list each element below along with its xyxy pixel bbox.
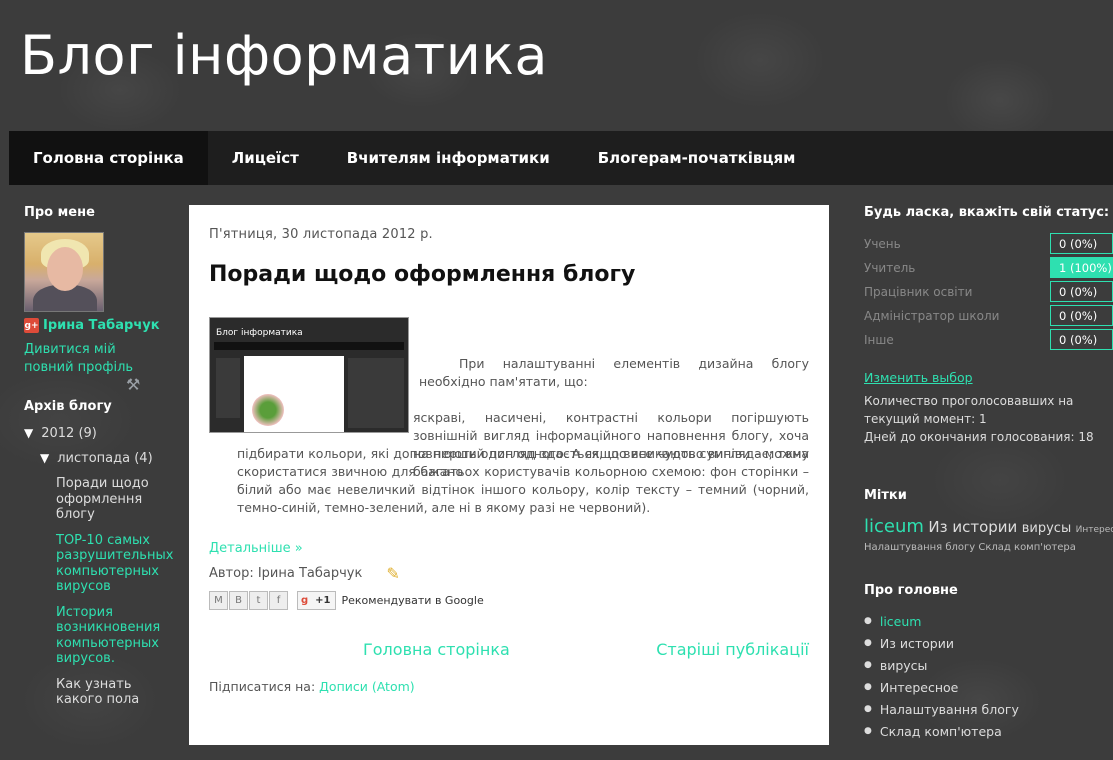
poll-voters: Количество проголосовавших на текущий мо… xyxy=(864,394,1074,426)
blog-title[interactable]: Блог інформатика xyxy=(20,24,548,87)
main-content: П'ятниця, 30 листопада 2012 р. Поради що… xyxy=(189,205,829,745)
tag-link[interactable]: Налаштування блогу xyxy=(864,542,975,553)
list-item[interactable]: liceum xyxy=(864,610,1113,632)
archive-month-label[interactable]: листопада xyxy=(57,451,130,466)
archive-year-label[interactable]: 2012 xyxy=(41,426,74,441)
edit-pencil-icon[interactable]: ✎ xyxy=(386,564,399,583)
post-paragraph: підбирати кольори, які доповнюють один о… xyxy=(237,446,809,515)
post-title[interactable]: Поради щодо оформлення блогу xyxy=(209,262,809,287)
archive-year-count: (9) xyxy=(78,426,97,441)
avatar[interactable] xyxy=(24,232,104,312)
full-profile-link[interactable]: Дивитися мій повний профіль xyxy=(24,341,154,377)
archive-post-link[interactable]: Как узнать какого пола xyxy=(56,677,156,708)
poll-option[interactable]: Працівник освіти 0 (0%) xyxy=(864,280,1113,304)
google-plus-one-button[interactable]: g +1 xyxy=(297,591,336,610)
right-sidebar: Будь ласка, вкажіть свій статус: Учень 0… xyxy=(864,205,1113,742)
labels-heading: Мітки xyxy=(864,488,907,503)
profile-name-link[interactable]: Ірина Табарчук xyxy=(43,318,160,333)
poll-result-bar: 0 (0%) xyxy=(1050,305,1113,326)
poll-option[interactable]: Учитель 1 (100%) xyxy=(864,256,1113,280)
home-page-link[interactable]: Головна сторінка xyxy=(363,640,510,659)
poll-option-label[interactable]: Інше xyxy=(864,333,1050,347)
post-body: Блог інформатика При налаштуванні елемен… xyxy=(209,317,809,537)
post-date: П'ятниця, 30 листопада 2012 р. xyxy=(209,227,433,242)
tag-cloud-row2: Налаштування блогу Склад комп'ютера xyxy=(864,542,1113,553)
poll-option[interactable]: Учень 0 (0%) xyxy=(864,232,1113,256)
tab-teachers[interactable]: Вчителям інформатики xyxy=(323,131,574,185)
archive-month-count: (4) xyxy=(134,451,153,466)
tag-link[interactable]: Склад комп'ютера xyxy=(978,542,1076,553)
poll-heading: Будь ласка, вкажіть свій статус: xyxy=(864,205,1110,220)
subscribe-atom-link[interactable]: Дописи (Atom) xyxy=(319,679,415,694)
subscribe-label: Підписатися на: xyxy=(209,679,316,694)
tools-icon[interactable]: ⚒ xyxy=(126,375,140,394)
twitter-share-icon[interactable]: t xyxy=(249,591,268,610)
share-row: M B t f g +1 Рекомендувати в Google xyxy=(209,591,809,610)
facebook-share-icon[interactable]: f xyxy=(269,591,288,610)
archive-year[interactable]: ▼ 2012 (9) xyxy=(24,426,174,441)
poll-days-left: Дней до окончания голосования: 18 xyxy=(864,430,1094,444)
read-more-link[interactable]: Детальніше » xyxy=(209,541,303,556)
tag-link[interactable]: вирусы xyxy=(1022,521,1071,536)
blogger-share-icon[interactable]: B xyxy=(229,591,248,610)
main-topics-heading: Про головне xyxy=(864,583,958,598)
poll-option-label[interactable]: Учень xyxy=(864,237,1050,251)
list-item[interactable]: вирусы xyxy=(864,654,1113,676)
post-paragraph: При налаштуванні елементів дизайна блогу… xyxy=(419,356,809,389)
tag-link[interactable]: Из истории xyxy=(928,518,1017,536)
left-sidebar: Про мене g+ Ірина Табарчук Дивитися мій … xyxy=(24,205,174,718)
google-plus-icon: g xyxy=(301,595,309,606)
tab-home[interactable]: Головна сторінка xyxy=(9,131,208,185)
google-plus-icon: g+ xyxy=(24,318,39,333)
triangle-down-icon[interactable]: ▼ xyxy=(40,451,49,465)
main-topics-list: liceum Из истории вирусы Интересное Нала… xyxy=(864,610,1113,742)
author-row: Автор: Ірина Табарчук ✎ xyxy=(209,564,809,583)
profile-row: g+ Ірина Табарчук xyxy=(24,318,174,333)
blog-archive: Архів блогу ▼ 2012 (9) ▼ листопада (4) Пор… xyxy=(24,399,174,708)
recommend-google-label: Рекомендувати в Google xyxy=(341,594,484,607)
poll-result-bar: 0 (0%) xyxy=(1050,281,1113,302)
post-author: Автор: Ірина Табарчук xyxy=(209,566,363,581)
older-posts-link[interactable]: Старіші публікації xyxy=(656,640,809,659)
poll-result-bar: 1 (100%) xyxy=(1050,257,1113,278)
archive-heading: Архів блогу xyxy=(24,399,112,414)
archive-month[interactable]: ▼ листопада (4) xyxy=(40,451,174,466)
pager: Головна сторінка Старіші публікації xyxy=(209,640,809,659)
tab-bloggers[interactable]: Блогерам-початківцям xyxy=(574,131,820,185)
list-item[interactable]: Интересное xyxy=(864,676,1113,698)
list-item[interactable]: Склад комп'ютера xyxy=(864,720,1113,742)
subscribe-row: Підписатися на: Дописи (Atom) xyxy=(209,679,809,694)
poll-option-label[interactable]: Працівник освіти xyxy=(864,285,1050,299)
poll-option-label[interactable]: Учитель xyxy=(864,261,1050,275)
email-share-icon[interactable]: M xyxy=(209,591,228,610)
list-item[interactable]: Налаштування блогу xyxy=(864,698,1113,720)
post-image-title: Блог інформатика xyxy=(216,328,303,338)
change-vote-link[interactable]: Изменить выбор xyxy=(864,370,973,385)
navbar: Головна сторінка Лицеїст Вчителям інформ… xyxy=(9,131,1113,185)
poll-option[interactable]: Адміністратор школи 0 (0%) xyxy=(864,304,1113,328)
list-item[interactable]: Из истории xyxy=(864,632,1113,654)
tag-link[interactable]: liceum xyxy=(864,516,924,537)
tag-link[interactable]: Интересное xyxy=(1076,525,1113,535)
archive-post-link[interactable]: История возникновения компьютерных вирус… xyxy=(56,605,160,667)
poll-option-label[interactable]: Адміністратор школи xyxy=(864,309,1050,323)
tag-cloud: liceum Из истории вирусы Интересное xyxy=(864,515,1113,542)
about-heading: Про мене xyxy=(24,205,95,220)
archive-post-link[interactable]: TOP-10 самых разрушительных компьютерных… xyxy=(56,533,173,595)
triangle-down-icon[interactable]: ▼ xyxy=(24,426,33,440)
poll-option[interactable]: Інше 0 (0%) xyxy=(864,328,1113,352)
poll-result-bar: 0 (0%) xyxy=(1050,233,1113,254)
tab-liceist[interactable]: Лицеїст xyxy=(208,131,323,185)
poll-result-bar: 0 (0%) xyxy=(1050,329,1113,350)
plus-one-count: +1 xyxy=(315,595,331,606)
archive-post: Поради щодо оформлення блогу xyxy=(56,476,149,522)
post-screenshot-image[interactable]: Блог інформатика xyxy=(209,317,409,433)
